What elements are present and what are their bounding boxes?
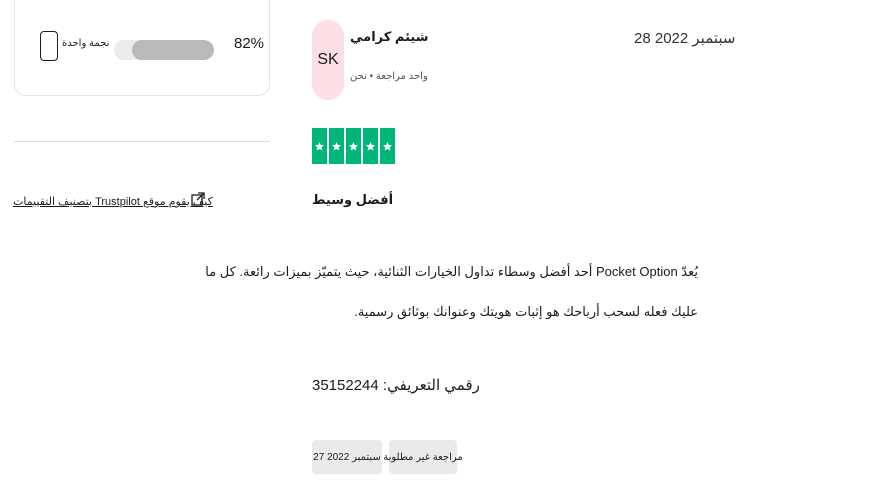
rating-row-percent: 82% [234, 35, 265, 52]
star-icon [363, 128, 378, 164]
avatar[interactable]: SK [312, 20, 344, 100]
review-body: يُعدّ Pocket Option أحد أفضل وسطاء تداول… [205, 252, 698, 332]
review-reference-id: رقمي التعريفي: 35152244 [312, 377, 480, 394]
star-rating [312, 128, 395, 164]
external-link-icon [191, 192, 205, 206]
star-icon [329, 128, 344, 164]
review-date: 28 سبتمبر 2022 [634, 30, 736, 47]
unsolicited-review-tag[interactable]: مراجعة غير مطلوبة [383, 440, 463, 474]
trustpilot-link-text: كيف يقوم موقع Trustpilot بتصنيف التقييما… [13, 196, 213, 208]
experience-date-tag: 27 سبتمبر 2022 [312, 440, 382, 474]
rating-row-one-star[interactable]: 82% نجمة واحدة [28, 29, 264, 61]
star-icon [346, 128, 361, 164]
rating-row-bar-fill [132, 40, 214, 60]
review-body-line: عليك فعله لسحب أرباحك هو إثبات هويتك وعن… [354, 304, 698, 319]
star-icon [380, 128, 395, 164]
rating-distribution-card: 82% نجمة واحدة [14, 0, 270, 96]
reviewer-meta: واحد مراجعة • نحن [350, 71, 428, 82]
rating-row-bar [114, 40, 214, 60]
review-body-line: يُعدّ Pocket Option أحد أفضل وسطاء تداول… [205, 264, 698, 279]
star-icon [312, 128, 327, 164]
review-title: أفضل وسيط [312, 192, 394, 207]
rating-row-label: نجمة واحدة [62, 38, 110, 49]
section-divider [14, 141, 270, 142]
trustpilot-ratings-info-link[interactable]: كيف يقوم موقع Trustpilot بتصنيف التقييما… [13, 195, 213, 208]
reviewer-name[interactable]: شيئم كرامي [350, 29, 429, 45]
rating-filter-checkbox[interactable] [40, 31, 58, 61]
